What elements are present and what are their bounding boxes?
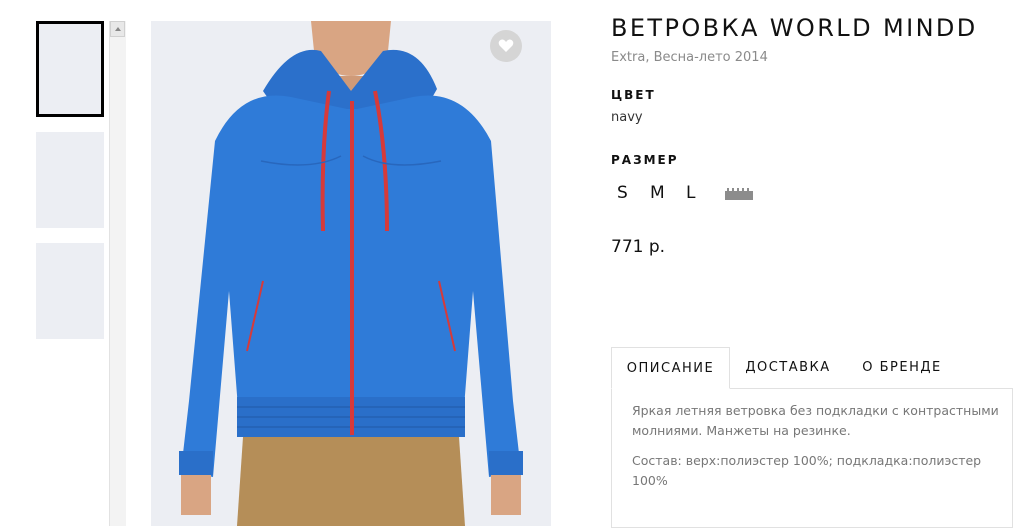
favorite-button[interactable] xyxy=(490,30,522,62)
jacket-main-image xyxy=(151,21,551,526)
description-panel: Яркая летняя ветровка без подкладки с ко… xyxy=(611,388,1013,528)
heart-icon xyxy=(498,39,514,52)
product-title: ВЕТРОВКА WORLD MINDD xyxy=(611,14,978,42)
color-heading: ЦВЕТ xyxy=(611,88,656,102)
size-option-m[interactable]: M xyxy=(650,183,665,203)
thumbnail-front[interactable] xyxy=(36,21,104,117)
tab-description[interactable]: ОПИСАНИЕ xyxy=(611,347,730,389)
tab-delivery[interactable]: ДОСТАВКА xyxy=(732,347,844,389)
thumbnail-scrollbar[interactable] xyxy=(109,21,126,526)
tab-about-brand[interactable]: О БРЕНДЕ xyxy=(851,347,953,389)
product-photo xyxy=(151,21,551,526)
product-price: 771 р. xyxy=(611,237,666,257)
scroll-up-button[interactable] xyxy=(110,21,125,37)
thumbnail-detail[interactable] xyxy=(36,243,104,339)
thumbnail-back[interactable] xyxy=(36,132,104,228)
description-text: Яркая летняя ветровка без подкладки с ко… xyxy=(632,403,999,438)
size-option-s[interactable]: S xyxy=(617,183,628,203)
size-option-l[interactable]: L xyxy=(686,183,695,203)
product-subtitle: Extra, Весна-лето 2014 xyxy=(611,50,768,65)
info-tabs: ОПИСАНИЕ ДОСТАВКА О БРЕНДЕ xyxy=(611,347,1013,389)
ruler-icon[interactable] xyxy=(725,185,753,204)
color-value: navy xyxy=(611,110,643,125)
composition-text: Состав: верх:полиэстер 100%; подкладка:п… xyxy=(632,453,982,488)
size-heading: РАЗМЕР xyxy=(611,153,679,167)
